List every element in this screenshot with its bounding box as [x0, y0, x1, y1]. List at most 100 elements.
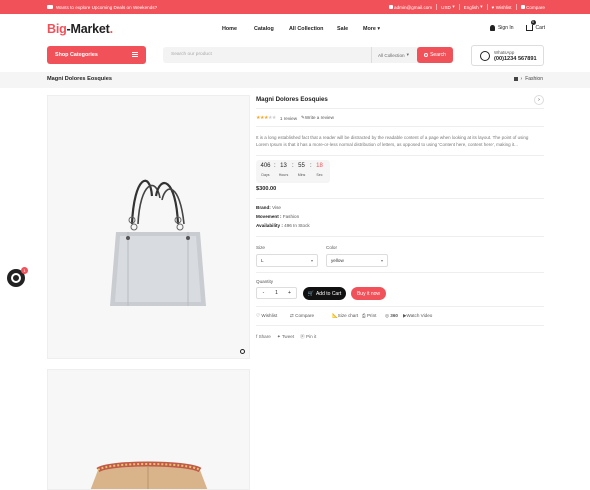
divider [256, 155, 544, 156]
chevron-down-icon: ▾ [310, 258, 313, 263]
handbag-image [110, 179, 206, 306]
email-link[interactable]: admin@gmail.com [388, 5, 432, 10]
write-review-text: Write a review [304, 115, 334, 120]
watch-video-action[interactable]: ▶Watch Video [403, 313, 432, 319]
signin-text: Sign In [497, 25, 514, 31]
main-nav: Home Catalog All Collection Sale More ▾ [222, 26, 380, 32]
quantity-label: Quantity [256, 279, 274, 284]
movement-row: Movement : Fashion [256, 214, 299, 219]
logo-part1: Big [47, 22, 67, 36]
review-count[interactable]: 1 review [280, 116, 297, 121]
rating-row: ★★★★★ 1 review ✎Write a review [256, 115, 334, 121]
whatsapp-label: WhatsApp [494, 50, 515, 55]
cart-link[interactable]: 0 Cart [525, 20, 545, 31]
logo[interactable]: Big-Market. [47, 22, 113, 36]
next-product-button[interactable]: › [534, 95, 544, 105]
countdown-timer: 406 Days : 13 Hours : 55 Mins : 18 Sec [256, 160, 330, 183]
product-image-secondary[interactable] [47, 369, 250, 490]
share-facebook-label: Share [258, 334, 271, 339]
floating-widget-button[interactable]: 1 [7, 267, 28, 287]
write-review-link[interactable]: ✎Write a review [301, 115, 334, 121]
timer-days: 406 Days [258, 163, 273, 177]
whatsapp-number: (00)1234 567891 [494, 56, 537, 62]
color-value: yellow [331, 258, 344, 263]
nav-all-collection[interactable]: All Collection [289, 26, 337, 32]
compare-action-label: Compare [295, 313, 315, 318]
share-row: f Share ✦ Tweet ⓟ Pin it [256, 334, 316, 340]
timer-hours: 13 Hours [276, 163, 291, 177]
product-title: Magni Dolores Eosquies [256, 96, 328, 103]
compare-action[interactable]: ⇄ Compare [290, 313, 332, 319]
watch-video-action-label: Watch Video [406, 313, 433, 318]
search-icon [424, 53, 429, 57]
envelope-icon [47, 5, 53, 9]
shop-categories-label: Shop Categories [55, 52, 98, 58]
color-select[interactable]: yellow ▾ [326, 254, 388, 267]
cart-icon: 0 [525, 20, 536, 31]
timer-days-value: 406 [260, 163, 271, 169]
page-title: Magni Dolores Eosquies [47, 76, 112, 82]
product-price: $300.00 [256, 186, 277, 192]
wishlist-action[interactable]: ♡ Wishlist [256, 313, 290, 319]
add-to-cart-button[interactable]: 🛒 Add to Cart [303, 287, 346, 300]
logo-dot: . [109, 22, 114, 36]
share-facebook[interactable]: f Share [256, 334, 271, 340]
currency-text: USD [441, 4, 451, 10]
360-action[interactable]: ◎ 360 [385, 313, 403, 319]
nav-home[interactable]: Home [222, 26, 254, 32]
wishlist-action-label: Wishlist [261, 313, 278, 318]
quantity-plus-button[interactable]: + [283, 288, 296, 298]
brand-label: Brand: [256, 205, 271, 210]
quantity-input[interactable]: 1 [270, 288, 283, 298]
language-selector[interactable]: English ▾ [464, 4, 483, 10]
product-title-row: Magni Dolores Eosquies › [256, 95, 544, 108]
divider [256, 198, 544, 199]
shop-categories-button[interactable]: Shop Categories [47, 46, 146, 64]
quantity-minus-button[interactable]: - [257, 288, 270, 298]
top-bar: Wants to explore Upcoming Deals on Weeke… [0, 0, 590, 14]
collection-select[interactable]: All Collection ▾ [371, 47, 409, 63]
share-pinterest[interactable]: ⓟ Pin it [300, 334, 316, 340]
search-input[interactable]: Search our product [171, 52, 212, 57]
divider [515, 4, 517, 10]
compare-text: Compare [526, 4, 545, 10]
add-to-cart-label: Add to Cart [315, 290, 342, 297]
home-icon[interactable] [513, 77, 518, 81]
divider [436, 4, 438, 10]
currency-selector[interactable]: USD ▾ [441, 4, 455, 10]
promo-message[interactable]: Wants to explore Upcoming Deals on Weeke… [47, 0, 157, 14]
timer-hours-value: 13 [280, 163, 287, 169]
print-action[interactable]: ⎙ Print [362, 313, 385, 319]
search-button[interactable]: Search [417, 47, 453, 63]
size-chart-action[interactable]: 📐Size chart [332, 313, 362, 319]
color-label: Color [326, 245, 337, 250]
whatsapp-contact[interactable]: WhatsApp (00)1234 567891 [471, 45, 544, 66]
availability-value: 496 In Stock [284, 223, 310, 228]
compare-link[interactable]: Compare [520, 4, 545, 10]
divider [256, 325, 544, 326]
nav-more[interactable]: More ▾ [363, 26, 380, 32]
divider [458, 4, 460, 10]
timer-mins: 55 Mins [294, 163, 309, 177]
nav-catalog[interactable]: Catalog [254, 26, 289, 32]
brand-value[interactable]: Vise [272, 205, 281, 210]
share-pinterest-label: Pin it [306, 334, 317, 339]
ring-icon [11, 273, 21, 283]
nav-sale[interactable]: Sale [337, 26, 363, 32]
timer-mins-label: Mins [297, 173, 306, 177]
divider [256, 272, 544, 273]
size-select[interactable]: L ▾ [256, 254, 318, 267]
zoom-icon[interactable] [240, 349, 245, 354]
breadcrumb-current[interactable]: Fashion [525, 76, 543, 82]
signin-link[interactable]: Sign In [489, 25, 514, 31]
language-text: English [463, 4, 479, 10]
share-twitter-label: Tweet [281, 334, 295, 339]
divider [486, 4, 488, 10]
wishlist-link[interactable]: ♥ Wishlist [492, 5, 512, 10]
chevron-down-icon: ▾ [377, 26, 381, 32]
timer-hours-label: Hours [278, 173, 289, 177]
product-image-main[interactable] [47, 95, 250, 359]
share-twitter[interactable]: ✦ Tweet [277, 334, 294, 340]
divider [256, 126, 544, 127]
buy-now-button[interactable]: Buy it now [351, 287, 386, 300]
